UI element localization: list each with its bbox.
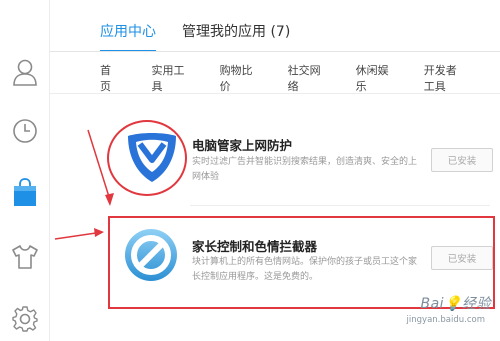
installed-button[interactable]: 已安装 (431, 148, 493, 172)
watermark-logo: Bai💡经验 (420, 296, 491, 312)
app-description: 实时过滤广告并智能识别搜索结果，创造清爽、安全的上网体验 (192, 157, 418, 182)
category-social[interactable]: 社交网络 (288, 63, 321, 95)
tab-manage-my-apps[interactable]: 管理我的应用 (7) (182, 20, 290, 46)
category-developer-tools[interactable]: 开发者工具 (424, 63, 465, 95)
arrow-line (54, 232, 97, 240)
arrow-head (94, 228, 104, 237)
annotation-circle (107, 120, 187, 196)
category-utilities[interactable]: 实用工具 (152, 63, 185, 95)
category-nav: 首页 实用工具 购物比价 社交网络 休闲娱乐 开发者工具 (100, 63, 500, 95)
category-home[interactable]: 首页 (100, 63, 117, 95)
category-entertainment[interactable]: 休闲娱乐 (356, 63, 389, 95)
tab-app-center[interactable]: 应用中心 (100, 20, 156, 52)
clock-icon[interactable] (10, 116, 40, 146)
baidu-jingyan-watermark: Bai💡经验 jingyan.baidu.com (379, 291, 497, 339)
subnav-divider (50, 93, 500, 94)
row-divider (190, 205, 490, 206)
shirt-icon[interactable] (10, 242, 40, 272)
top-tabs: 应用中心 管理我的应用 (7) (100, 20, 316, 52)
category-shopping[interactable]: 购物比价 (220, 63, 253, 95)
user-icon[interactable] (10, 57, 40, 87)
watermark-url: jingyan.baidu.com (406, 315, 485, 325)
sidebar (0, 0, 50, 341)
shopping-bag-icon[interactable] (10, 178, 40, 208)
app-title: 电脑管家上网防护 (192, 138, 293, 153)
tabs-divider (50, 51, 500, 52)
gear-icon[interactable] (10, 304, 40, 334)
